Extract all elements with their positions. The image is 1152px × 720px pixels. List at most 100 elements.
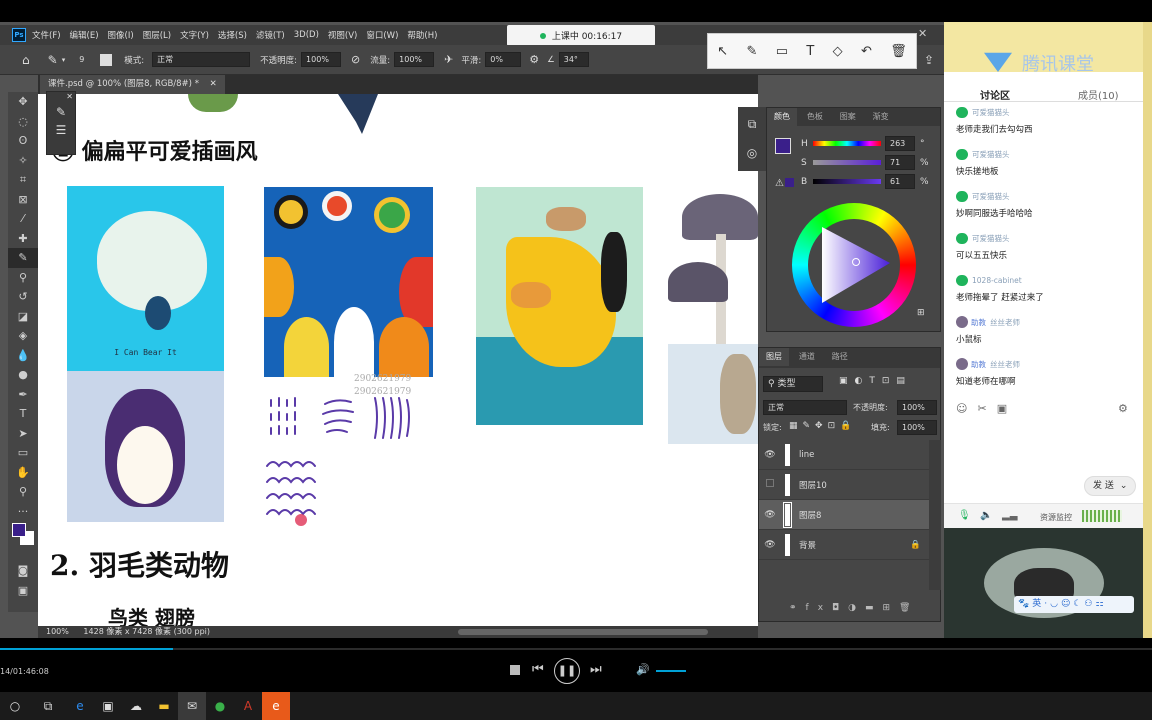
clone-stamp-tool-icon[interactable]: ⚲ [8, 268, 38, 288]
video-app-icon[interactable]: ▣ [94, 692, 122, 720]
edge-browser-icon[interactable]: e [66, 692, 94, 720]
history-brush-tool-icon[interactable]: ↺ [8, 287, 38, 307]
ime-toolbar[interactable]: 🐾英·◡☺☾⚇⚏ [1014, 596, 1134, 613]
frame-tool-icon[interactable]: ⊠ [8, 190, 38, 210]
settings-icon[interactable]: ⚙ [1118, 402, 1128, 415]
eraser-tool-icon[interactable]: ◪ [8, 307, 38, 327]
next-icon[interactable]: ⏭ [590, 662, 602, 677]
menu-edit[interactable]: 编辑(E) [70, 29, 99, 41]
menu-help[interactable]: 帮助(H) [407, 29, 437, 41]
layer-row-layer10[interactable]: 图层10 [759, 470, 929, 500]
hand-tool-icon[interactable]: ✋ [8, 463, 38, 483]
brush-settings-icon[interactable]: ✎ [47, 105, 75, 119]
menu-image[interactable]: 图像(I) [108, 29, 134, 41]
crop-tool-icon[interactable]: ⌗ [8, 170, 38, 190]
dodge-tool-icon[interactable]: ● [8, 365, 38, 385]
text-icon[interactable]: T [806, 44, 814, 59]
emoji-icon[interactable]: ☺ [956, 402, 977, 415]
pen-icon[interactable]: ✎ [746, 44, 757, 59]
tab-members[interactable]: 成员(10) [1078, 87, 1119, 102]
add-swatch-icon[interactable]: ⊞ [917, 308, 925, 318]
tab-paths[interactable]: 路径 [825, 348, 855, 366]
flow-field[interactable]: 100% [394, 52, 435, 67]
volume-icon[interactable]: 🔊 [636, 663, 650, 676]
rectangle-tool-icon[interactable]: ▭ [8, 443, 38, 463]
window-close-icon[interactable]: ✕ [918, 27, 927, 40]
layer-filter-select[interactable]: ⚲ 类型 [763, 376, 823, 392]
opacity-field[interactable]: 100% [301, 52, 342, 67]
pen-tool-icon[interactable]: ✒ [8, 385, 38, 405]
windows-start-icon[interactable]: ○ [0, 692, 30, 720]
magic-wand-tool-icon[interactable]: ✧ [8, 151, 38, 171]
screen-mode-icon[interactable]: ▣ [8, 581, 38, 601]
move-tool-icon[interactable]: ✥ [8, 92, 38, 112]
foreground-color-preview[interactable] [775, 138, 791, 154]
lock-icons[interactable]: ▦✎✥⊡🔒 [789, 421, 856, 431]
type-tool-icon[interactable]: T [8, 404, 38, 424]
tab-color[interactable]: 颜色 [767, 108, 797, 126]
menu-select[interactable]: 选择(S) [218, 29, 247, 41]
resource-monitor-label[interactable]: 资源监控 [1040, 512, 1072, 523]
saturation-field[interactable]: 71 [885, 155, 915, 170]
scissors-icon[interactable]: ✂ [977, 402, 996, 415]
document-info[interactable]: 1428 像素 x 7428 像素 (300 ppi) [83, 627, 210, 636]
menu-window[interactable]: 窗口(W) [366, 29, 398, 41]
eye-icon[interactable]: 👁 [759, 540, 781, 550]
fill-field[interactable]: 100% [897, 420, 937, 435]
document-canvas[interactable]: ② 偏扁平可爱插画风 I Can Bear It 2902621979 2902… [38, 94, 758, 626]
healing-tool-icon[interactable]: ✚ [8, 229, 38, 249]
layer-row-layer8[interactable]: 👁 图层8 [759, 500, 929, 530]
image-icon[interactable]: ▣ [997, 402, 1017, 415]
quick-mask-icon[interactable]: ◙ [8, 561, 38, 581]
tab-patterns[interactable]: 图案 [833, 108, 863, 126]
stop-icon[interactable] [510, 665, 520, 675]
hue-slider[interactable] [813, 141, 881, 146]
home-icon[interactable]: ⌂ [22, 53, 30, 67]
brightness-slider[interactable] [813, 179, 881, 184]
tab-channels[interactable]: 通道 [792, 348, 822, 366]
hue-field[interactable]: 263 [885, 136, 915, 151]
layer-row-background[interactable]: 👁 背景 🔒 [759, 530, 929, 560]
rectangle-icon[interactable]: ▭ [776, 44, 788, 59]
eye-icon[interactable]: 👁 [759, 450, 781, 460]
eyedropper-tool-icon[interactable]: ⁄ [8, 209, 38, 229]
paint-bucket-tool-icon[interactable]: ◈ [8, 326, 38, 346]
zoom-tool-icon[interactable]: ⚲ [8, 482, 38, 502]
layer-row-line[interactable]: 👁 line [759, 440, 929, 470]
player-progress-track[interactable] [0, 648, 1152, 650]
brush-tool-icon[interactable]: ✎ [8, 248, 38, 268]
ie-browser-icon[interactable]: e [262, 692, 290, 720]
menu-filter[interactable]: 滤镜(T) [256, 29, 285, 41]
tab-layers[interactable]: 图层 [759, 348, 789, 366]
send-button[interactable]: 发 送 ⌄ [1084, 476, 1136, 496]
green-app-icon[interactable]: ● [206, 692, 234, 720]
eraser-icon[interactable]: ◇ [833, 44, 843, 59]
menu-layer[interactable]: 图层(L) [143, 29, 171, 41]
menu-type[interactable]: 文字(Y) [180, 29, 209, 41]
layer-opacity-field[interactable]: 100% [897, 400, 937, 415]
tab-gradients[interactable]: 渐变 [866, 108, 896, 126]
speaker-icon[interactable]: 🔈 [980, 510, 992, 521]
task-view-icon[interactable]: ⧉ [34, 692, 62, 720]
file-explorer-icon[interactable]: ▬ [150, 692, 178, 720]
tab-discussion[interactable]: 讨论区 [980, 87, 1010, 102]
brush-size[interactable]: 9 [79, 55, 84, 64]
horizontal-scrollbar[interactable] [458, 629, 708, 635]
menu-3d[interactable]: 3D(D) [294, 30, 319, 40]
color-wheel[interactable] [792, 203, 916, 327]
blur-tool-icon[interactable]: 💧 [8, 346, 38, 366]
panel-close-icon[interactable]: ✕ [47, 92, 75, 101]
marquee-tool-icon[interactable]: ◌ [8, 112, 38, 132]
foreground-color-swatch[interactable] [12, 523, 26, 537]
baidu-netdisk-icon[interactable]: ☁ [122, 692, 150, 720]
tab-swatches[interactable]: 色板 [800, 108, 830, 126]
tencent-classroom-taskbar-icon[interactable]: ✉ [178, 692, 206, 720]
path-select-tool-icon[interactable]: ➤ [8, 424, 38, 444]
layer-filter-icons[interactable]: ▣◐T⊡▤ [839, 376, 912, 386]
brightness-field[interactable]: 61 [885, 174, 915, 189]
share-icon[interactable]: ⇪ [924, 53, 934, 67]
layer-bottom-actions[interactable]: ⚭fx◘◑▬⊞🗑 [789, 603, 919, 613]
brush-preset-icon[interactable]: ✎ [48, 53, 58, 67]
zoom-level[interactable]: 100% [46, 627, 69, 636]
properties-icon[interactable]: ⧉ [738, 117, 766, 132]
